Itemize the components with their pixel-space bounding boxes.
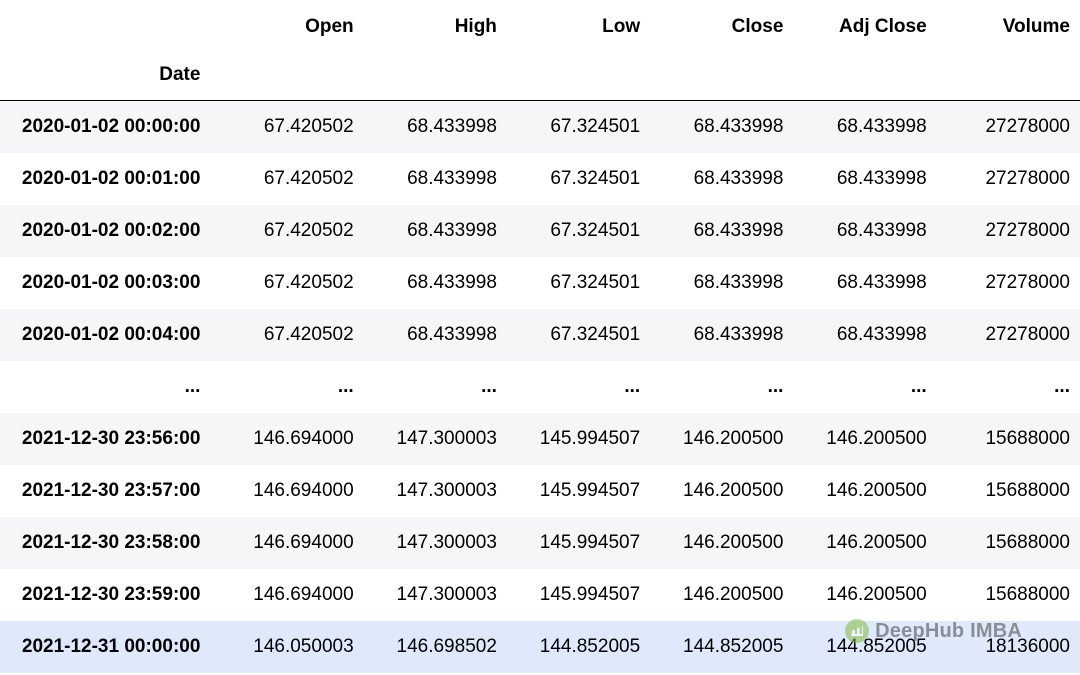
row-index: 2020-01-02 00:00:00 [0,101,220,154]
cell-open: 146.694000 [220,413,363,465]
row-index: 2021-12-30 23:57:00 [0,465,220,517]
row-index: 2020-01-02 00:01:00 [0,153,220,205]
cell-low: ... [507,361,650,413]
cell-open: 146.050003 [220,621,363,673]
cell-volume: ... [937,361,1080,413]
cell-high: 68.433998 [364,257,507,309]
cell-low: 144.852005 [507,621,650,673]
cell-adj_close: 68.433998 [793,309,936,361]
col-header-adjclose: Adj Close [793,0,936,54]
col-header-low: Low [507,0,650,54]
row-index: 2020-01-02 00:04:00 [0,309,220,361]
cell-open: 67.420502 [220,309,363,361]
cell-high: 68.433998 [364,309,507,361]
cell-volume: 27278000 [937,153,1080,205]
dataframe-table: Open High Low Close Adj Close Volume Dat… [0,0,1080,673]
cell-volume: 15688000 [937,413,1080,465]
cell-high: 146.698502 [364,621,507,673]
cell-open: 67.420502 [220,101,363,154]
table-row: 2020-01-02 00:04:0067.42050268.43399867.… [0,309,1080,361]
cell-adj_close: 146.200500 [793,465,936,517]
cell-low: 145.994507 [507,517,650,569]
cell-adj_close: 68.433998 [793,101,936,154]
col-header-high: High [364,0,507,54]
table-row: 2021-12-31 00:00:00146.050003146.6985021… [0,621,1080,673]
cell-open: 146.694000 [220,569,363,621]
cell-volume: 15688000 [937,517,1080,569]
col-header-close: Close [650,0,793,54]
cell-high: ... [364,361,507,413]
cell-open: ... [220,361,363,413]
cell-low: 145.994507 [507,569,650,621]
cell-low: 145.994507 [507,465,650,517]
cell-volume: 15688000 [937,569,1080,621]
cell-open: 146.694000 [220,517,363,569]
row-index: 2021-12-30 23:56:00 [0,413,220,465]
table-row: 2021-12-30 23:56:00146.694000147.3000031… [0,413,1080,465]
col-header-volume: Volume [937,0,1080,54]
row-index: 2020-01-02 00:03:00 [0,257,220,309]
col-header-open: Open [220,0,363,54]
cell-high: 147.300003 [364,413,507,465]
table-row: 2021-12-30 23:57:00146.694000147.3000031… [0,465,1080,517]
cell-open: 146.694000 [220,465,363,517]
cell-close: 68.433998 [650,257,793,309]
cell-low: 67.324501 [507,153,650,205]
table-row: 2020-01-02 00:03:0067.42050268.43399867.… [0,257,1080,309]
cell-close: 146.200500 [650,517,793,569]
cell-close: 144.852005 [650,621,793,673]
cell-adj_close: 68.433998 [793,257,936,309]
cell-adj_close: 146.200500 [793,517,936,569]
cell-volume: 27278000 [937,309,1080,361]
index-header-row: Date [0,54,1080,101]
cell-close: 68.433998 [650,309,793,361]
cell-adj_close: 146.200500 [793,569,936,621]
row-index: 2021-12-30 23:59:00 [0,569,220,621]
cell-low: 67.324501 [507,101,650,154]
row-index: 2020-01-02 00:02:00 [0,205,220,257]
cell-close: ... [650,361,793,413]
cell-close: 146.200500 [650,569,793,621]
cell-low: 67.324501 [507,309,650,361]
cell-adj_close: 144.852005 [793,621,936,673]
cell-low: 145.994507 [507,413,650,465]
table-row: 2020-01-02 00:02:0067.42050268.43399867.… [0,205,1080,257]
cell-volume: 15688000 [937,465,1080,517]
cell-volume: 27278000 [937,257,1080,309]
cell-adj_close: 146.200500 [793,413,936,465]
cell-high: 68.433998 [364,101,507,154]
table-row: 2020-01-02 00:00:0067.42050268.43399867.… [0,101,1080,154]
cell-low: 67.324501 [507,205,650,257]
table-row: 2021-12-30 23:58:00146.694000147.3000031… [0,517,1080,569]
cell-adj_close: 68.433998 [793,153,936,205]
column-header-row: Open High Low Close Adj Close Volume [0,0,1080,54]
row-index: 2021-12-30 23:58:00 [0,517,220,569]
cell-adj_close: 68.433998 [793,205,936,257]
cell-volume: 18136000 [937,621,1080,673]
table-row: 2021-12-30 23:59:00146.694000147.3000031… [0,569,1080,621]
table-row: 2020-01-02 00:01:0067.42050268.43399867.… [0,153,1080,205]
cell-high: 68.433998 [364,205,507,257]
cell-high: 68.433998 [364,153,507,205]
cell-close: 68.433998 [650,153,793,205]
cell-open: 67.420502 [220,153,363,205]
cell-volume: 27278000 [937,205,1080,257]
cell-high: 147.300003 [364,569,507,621]
index-name-label: Date [0,54,220,101]
cell-high: 147.300003 [364,517,507,569]
cell-low: 67.324501 [507,257,650,309]
cell-adj_close: ... [793,361,936,413]
cell-close: 68.433998 [650,205,793,257]
cell-high: 147.300003 [364,465,507,517]
cell-open: 67.420502 [220,257,363,309]
cell-close: 68.433998 [650,101,793,154]
cell-open: 67.420502 [220,205,363,257]
table-row: ..................... [0,361,1080,413]
row-index: 2021-12-31 00:00:00 [0,621,220,673]
row-index: ... [0,361,220,413]
cell-close: 146.200500 [650,465,793,517]
cell-close: 146.200500 [650,413,793,465]
cell-volume: 27278000 [937,101,1080,154]
